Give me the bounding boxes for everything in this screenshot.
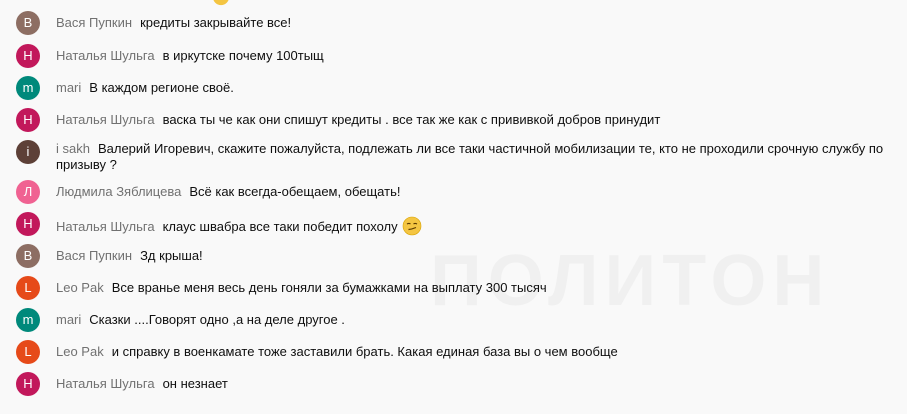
avatar[interactable]: m xyxy=(16,76,40,100)
author-name[interactable]: Наталья Шульга xyxy=(56,112,155,127)
emoji-icon xyxy=(213,0,229,6)
message-text: В каждом регионе своё. xyxy=(89,80,234,95)
avatar[interactable]: Л xyxy=(16,180,40,204)
avatar[interactable]: L xyxy=(16,276,40,300)
avatar[interactable]: В xyxy=(16,244,40,268)
live-chat: ПОЛИТОН В Вася Пупкинкредиты закрывайте … xyxy=(0,0,907,414)
author-name[interactable]: Вася Пупкин xyxy=(56,15,132,30)
author-name[interactable]: Людмила Зяблицева xyxy=(56,184,181,199)
message-text: Всё как всегда-обещаем, обещать! xyxy=(189,184,401,199)
message-text: Зд крыша! xyxy=(140,248,203,263)
avatar[interactable]: Н xyxy=(16,372,40,396)
author-name[interactable]: mari xyxy=(56,80,81,95)
author-name[interactable]: Наталья Шульга xyxy=(56,48,155,63)
author-name[interactable]: Leo Pak xyxy=(56,344,104,359)
message-text: Валерий Игоревич, скажите пожалуйста, по… xyxy=(56,141,884,172)
message-text: Все вранье меня весь день гоняли за бума… xyxy=(111,280,547,295)
avatar[interactable]: Н xyxy=(16,212,40,236)
author-name[interactable]: Наталья Шульга xyxy=(56,376,155,391)
message-text: и справку в военкамате тоже заставили бр… xyxy=(111,344,618,359)
message-text: Сказки ....Говорят одно ,а на деле друго… xyxy=(89,312,345,327)
smirk-emoji-icon xyxy=(402,216,421,236)
avatar[interactable]: m xyxy=(16,308,40,332)
message-text: кредиты закрывайте все! xyxy=(140,15,292,30)
author-name[interactable]: Leo Pak xyxy=(56,280,104,295)
avatar[interactable]: Н xyxy=(16,108,40,132)
avatar[interactable]: В xyxy=(16,11,40,35)
message-text: васка ты че как они спишут кредиты . все… xyxy=(162,112,661,127)
author-name[interactable]: Вася Пупкин xyxy=(56,248,132,263)
author-name[interactable]: i sakh xyxy=(56,141,90,156)
avatar[interactable]: Н xyxy=(16,44,40,68)
avatar[interactable]: i xyxy=(16,140,40,164)
author-name[interactable]: Наталья Шульга xyxy=(56,219,155,234)
message-text: клаус швабра все таки победит похолу xyxy=(162,219,398,234)
author-name[interactable]: mari xyxy=(56,312,81,327)
message-text: в иркутске почему 100тыщ xyxy=(162,48,324,63)
message-text: он незнает xyxy=(162,376,228,391)
avatar[interactable]: L xyxy=(16,340,40,364)
